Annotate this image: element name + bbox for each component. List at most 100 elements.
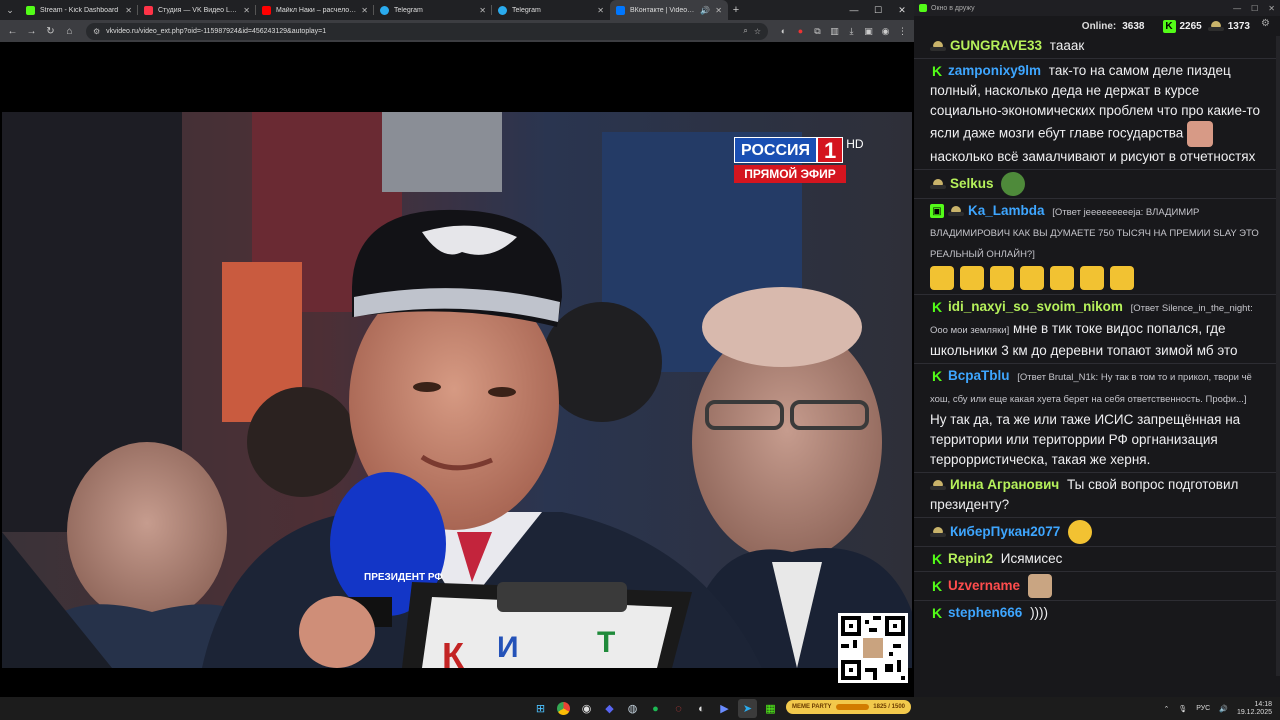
url-text[interactable]: vkvideo.ru/video_ext.php?oid=-115987924&… <box>106 28 737 35</box>
clock[interactable]: 14:18 19.12.2025 <box>1237 701 1272 717</box>
hat-icon <box>948 205 964 218</box>
extensions-puzzle-icon[interactable]: ⧉ <box>810 24 825 39</box>
close-icon[interactable]: ✕ <box>479 6 486 15</box>
chat-window-title: Окно в дружу <box>931 4 975 12</box>
maximize-icon[interactable]: ☐ <box>1251 4 1258 13</box>
kick-count: 2265 <box>1179 20 1202 32</box>
download-icon[interactable]: ⤓ <box>844 24 859 39</box>
close-icon[interactable]: ✕ <box>715 6 722 15</box>
address-bar[interactable]: ⚙ vkvideo.ru/video_ext.php?oid=-11598792… <box>86 22 768 40</box>
laugh-emote-icon <box>1110 266 1134 290</box>
close-icon[interactable]: ✕ <box>1268 4 1275 13</box>
svg-text:Т: Т <box>597 626 615 659</box>
qr-code <box>838 613 908 683</box>
tab-label: Stream - Kick Dashboard <box>40 6 119 14</box>
sidepanel-icon[interactable]: ▥ <box>827 24 842 39</box>
app-icon[interactable]: ◌ <box>669 699 688 718</box>
tab-telegram-2[interactable]: Telegram ✕ <box>492 0 610 20</box>
language-indicator[interactable]: РУС <box>1196 705 1210 712</box>
volume-icon[interactable]: 🔊 <box>1219 705 1228 713</box>
kick-icon <box>26 5 35 15</box>
chat-username[interactable]: КиберПукан2077 <box>950 524 1060 539</box>
chrome-icon[interactable] <box>554 699 573 718</box>
tab-vk-video-ext[interactable]: ВКонтакте | Video Ext 🔊 ✕ <box>610 0 728 20</box>
extension-icon[interactable]: ◐ <box>776 24 791 39</box>
chat-username[interactable]: Uzvername <box>948 578 1020 593</box>
tab-youtube[interactable]: Майкл Наки – расчеловечиван... ✕ <box>256 0 374 20</box>
zoom-icon[interactable]: ⌕ <box>743 26 747 36</box>
tab-telegram-1[interactable]: Telegram ✕ <box>374 0 492 20</box>
chat-text: насколько всё замалчивают и рисуют в отч… <box>930 149 1256 164</box>
chat-window: Окно в дружу — ☐ ✕ Online: 3638 K 2265 13… <box>914 0 1280 697</box>
chat-message: K Uzvername <box>914 572 1280 601</box>
tab-search-icon[interactable]: ⌄ <box>0 0 20 20</box>
menu-dots-icon[interactable]: ⋮ <box>895 24 910 39</box>
bookmark-star-icon[interactable]: ☆ <box>754 27 761 36</box>
site-info-icon[interactable]: ⚙ <box>93 27 100 36</box>
minimize-icon[interactable]: — <box>842 0 866 20</box>
chat-scrollbar[interactable] <box>1276 36 1280 676</box>
video-frame[interactable]: ПРЕЗИДЕНТ РФ К И Т <box>2 112 912 668</box>
close-window-icon[interactable]: ✕ <box>890 0 914 20</box>
chat-username[interactable]: idi_naxyi_so_svoim_nikom <box>948 299 1123 314</box>
microphone-icon[interactable]: 🎙 <box>1178 705 1187 713</box>
settings-gear-icon[interactable]: ⚙ <box>1261 18 1270 29</box>
clock-time: 14:18 <box>1254 700 1272 708</box>
chevron-up-icon[interactable]: ⌃ <box>1163 705 1169 713</box>
chat-username[interactable]: stephen666 <box>948 605 1022 620</box>
home-icon[interactable]: ⌂ <box>61 23 78 40</box>
chat-message: GUNGRAVE33 тааак <box>914 36 1280 59</box>
chat-message: КиберПукан2077 <box>914 518 1280 547</box>
extension-icon[interactable]: ● <box>793 24 808 39</box>
app-icon[interactable]: ◐ <box>692 699 711 718</box>
face-emote-icon <box>1187 121 1214 147</box>
broadcast-image: ПРЕЗИДЕНТ РФ К И Т <box>2 112 912 668</box>
hat-icon <box>930 178 946 191</box>
start-windows-icon[interactable]: ⊞ <box>531 699 550 718</box>
chat-username[interactable]: Инна Агранович <box>950 477 1059 492</box>
close-icon[interactable]: ✕ <box>243 6 250 15</box>
chat-username[interactable]: GUNGRAVE33 <box>950 38 1042 53</box>
maximize-icon[interactable]: ☐ <box>866 0 890 20</box>
chat-username[interactable]: Repin2 <box>948 551 993 566</box>
telegram-icon[interactable]: ➤ <box>738 699 757 718</box>
steam-icon[interactable]: ◍ <box>623 699 642 718</box>
tab-vk-studio[interactable]: Студия — VK Видео Live ✕ <box>138 0 256 20</box>
viewer-stats: Online: 3638 K 2265 1373 <box>914 16 1280 36</box>
kick-icon: K <box>930 299 944 316</box>
svg-text:К: К <box>442 635 465 668</box>
profile-icon[interactable]: ◉ <box>878 24 893 39</box>
meme-widget-progress: 1825 / 1500 <box>873 704 905 710</box>
browser-toolbar: ← → ↻ ⌂ ⚙ vkvideo.ru/video_ext.php?oid=-… <box>0 20 914 42</box>
video-player[interactable]: ПРЕЗИДЕНТ РФ К И Т РОССИЯ 1 HD ПРЯМОЙ ЭФ… <box>0 42 914 697</box>
hd-label: HD <box>846 137 864 151</box>
back-arrow-icon[interactable]: ← <box>4 23 21 40</box>
chat-titlebar: Окно в дружу — ☐ ✕ <box>914 0 1280 16</box>
tab-label: Студия — VK Видео Live <box>158 6 239 14</box>
forward-arrow-icon[interactable]: → <box>23 23 40 40</box>
tab-kick-dashboard[interactable]: Stream - Kick Dashboard ✕ <box>20 0 138 20</box>
speaker-icon[interactable]: 🔊 <box>700 6 710 15</box>
chat-username[interactable]: Ka_Lambda <box>968 203 1045 218</box>
sidebar-icon[interactable]: ▣ <box>861 24 876 39</box>
telegram-icon <box>380 5 389 15</box>
close-icon[interactable]: ✕ <box>597 6 604 15</box>
chat-username[interactable]: zamponixy9lm <box>948 63 1041 78</box>
spotify-icon[interactable]: ● <box>646 699 665 718</box>
obs-icon[interactable]: ◉ <box>577 699 596 718</box>
tab-label: ВКонтакте | Video Ext <box>630 6 696 14</box>
meme-party-widget[interactable]: MEME PARTY 1825 / 1500 <box>786 700 911 714</box>
close-icon[interactable]: ✕ <box>361 6 368 15</box>
app-icon[interactable]: ▦ <box>761 699 780 718</box>
close-icon[interactable]: ✕ <box>125 6 132 15</box>
reload-icon[interactable]: ↻ <box>42 23 59 40</box>
chat-username[interactable]: Selkus <box>950 176 994 191</box>
chat-username[interactable]: ВсраТblu <box>948 368 1010 383</box>
media-player-icon[interactable]: ▶ <box>715 699 734 718</box>
channel-name: РОССИЯ <box>734 137 818 163</box>
minimize-icon[interactable]: — <box>1233 4 1241 13</box>
new-tab-button[interactable]: + <box>728 0 744 20</box>
discord-icon[interactable]: ◆ <box>600 699 619 718</box>
laugh-emote-icon <box>1020 266 1044 290</box>
chat-message: Kidi_naxyi_so_svoim_nikom [Ответ Silence… <box>914 295 1280 364</box>
